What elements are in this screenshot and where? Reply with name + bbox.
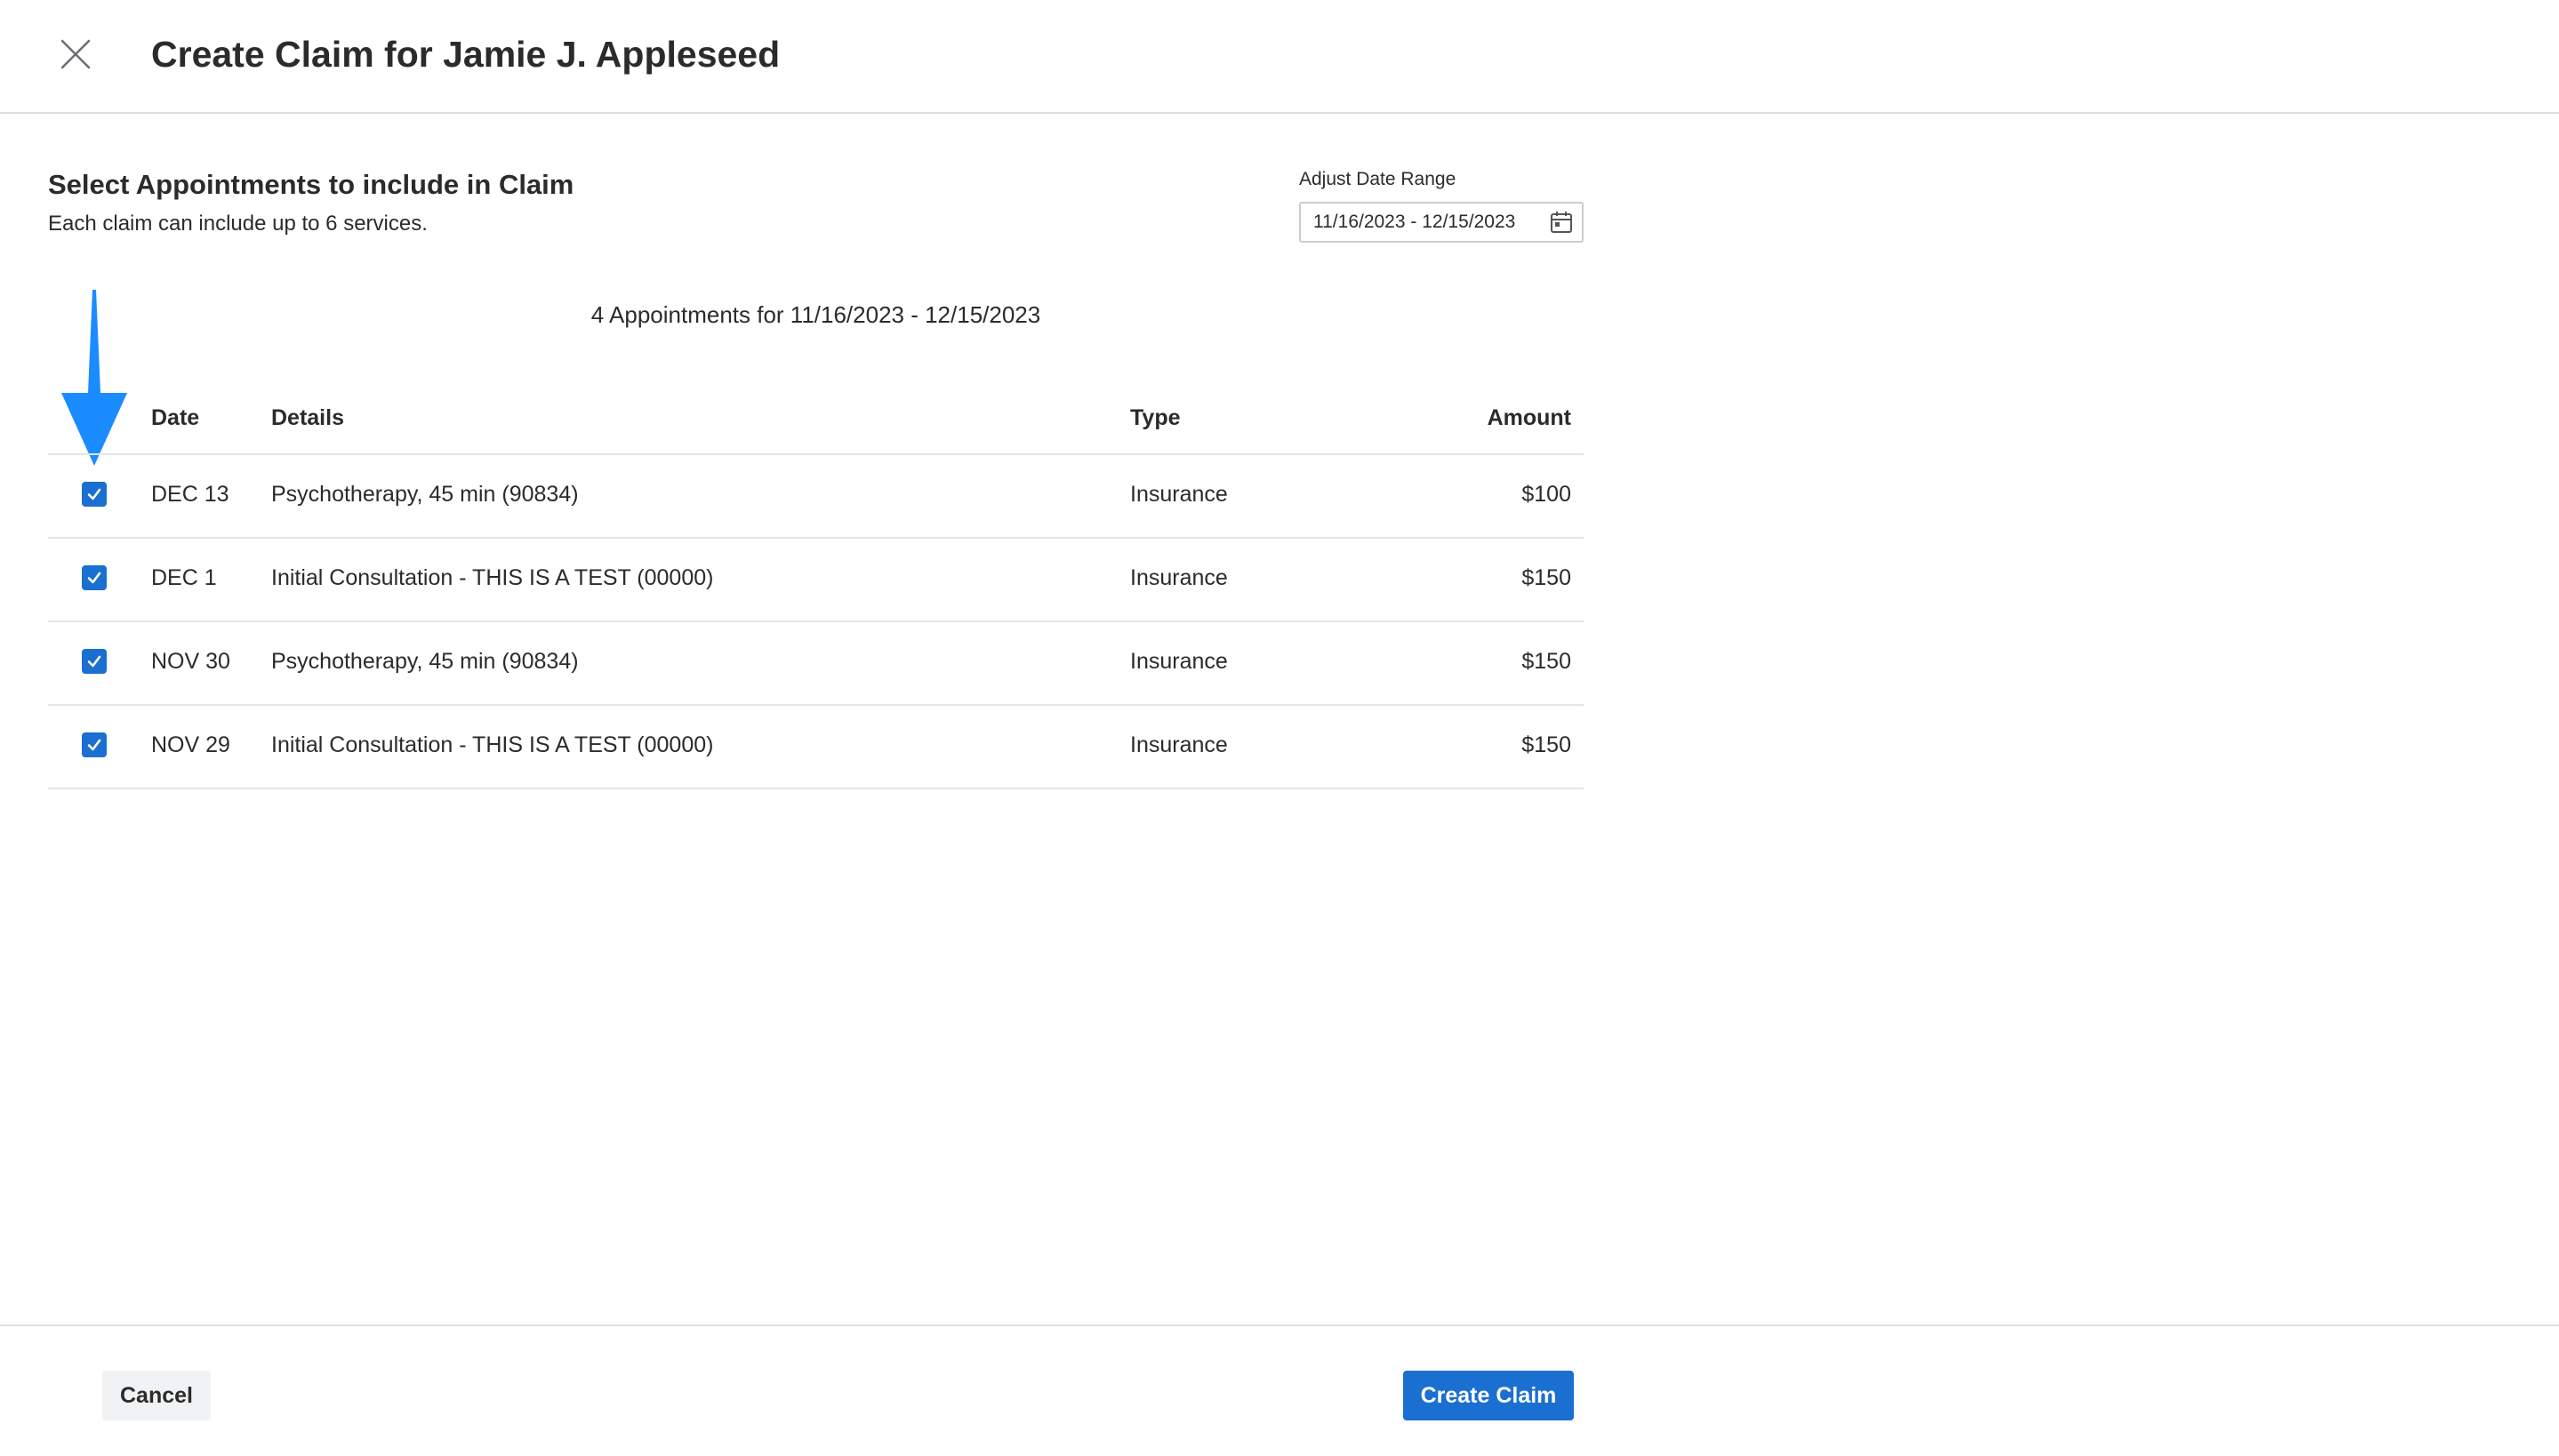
appointments-summary: 4 Appointments for 11/16/2023 - 12/15/20… bbox=[590, 301, 1041, 328]
page-title: Create Claim for Jamie J. Appleseed bbox=[151, 34, 781, 75]
row-type: Insurance bbox=[1130, 732, 1228, 757]
column-header-amount[interactable]: Amount bbox=[1488, 402, 1571, 434]
row-type: Insurance bbox=[1130, 649, 1228, 674]
table-row[interactable]: DEC 1 Initial Consultation - THIS IS A T… bbox=[48, 539, 1584, 622]
date-range-picker[interactable] bbox=[1299, 202, 1584, 243]
checkmark-icon bbox=[87, 572, 101, 584]
section-subtitle: Each claim can include up to 6 services. bbox=[48, 212, 428, 236]
section-title: Select Appointments to include in Claim bbox=[48, 169, 574, 200]
table-row[interactable]: NOV 30 Psychotherapy, 45 min (90834) Ins… bbox=[48, 622, 1584, 706]
row-checkbox[interactable] bbox=[82, 482, 107, 507]
row-checkbox[interactable] bbox=[82, 649, 107, 674]
row-type: Insurance bbox=[1130, 565, 1228, 590]
date-range-input[interactable] bbox=[1301, 204, 1541, 241]
calendar-icon[interactable] bbox=[1550, 211, 1573, 234]
date-range-label: Adjust Date Range bbox=[1299, 169, 1456, 189]
row-amount: $150 bbox=[1521, 649, 1571, 674]
create-claim-button[interactable]: Create Claim bbox=[1403, 1371, 1574, 1420]
close-button[interactable] bbox=[55, 34, 96, 75]
row-amount: $100 bbox=[1521, 482, 1571, 507]
row-details: Psychotherapy, 45 min (90834) bbox=[271, 649, 579, 674]
column-header-type[interactable]: Type bbox=[1130, 402, 1181, 434]
row-amount: $150 bbox=[1521, 732, 1571, 757]
column-header-date[interactable]: Date bbox=[151, 402, 199, 434]
row-checkbox[interactable] bbox=[82, 732, 107, 757]
row-details: Initial Consultation - THIS IS A TEST (0… bbox=[271, 732, 714, 757]
row-details: Initial Consultation - THIS IS A TEST (0… bbox=[271, 565, 714, 590]
row-type: Insurance bbox=[1130, 482, 1228, 507]
close-icon[interactable] bbox=[60, 39, 91, 69]
row-details: Psychotherapy, 45 min (90834) bbox=[271, 482, 579, 507]
cancel-button[interactable]: Cancel bbox=[102, 1371, 211, 1420]
table-header: Date Details Type Amount bbox=[48, 388, 1584, 455]
column-header-details[interactable]: Details bbox=[271, 402, 344, 434]
appointments-table: Date Details Type Amount DEC 13 Psychoth… bbox=[48, 388, 1584, 789]
checkmark-icon bbox=[87, 488, 101, 500]
row-date: DEC 1 bbox=[151, 565, 217, 590]
row-checkbox[interactable] bbox=[82, 565, 107, 590]
row-date: NOV 29 bbox=[151, 732, 230, 757]
table-row[interactable]: NOV 29 Initial Consultation - THIS IS A … bbox=[48, 706, 1584, 789]
modal-header: Create Claim for Jamie J. Appleseed bbox=[0, 0, 2559, 114]
table-row[interactable]: DEC 13 Psychotherapy, 45 min (90834) Ins… bbox=[48, 455, 1584, 539]
modal-footer: Cancel Create Claim bbox=[0, 1324, 2559, 1456]
checkmark-icon bbox=[87, 739, 101, 751]
checkmark-icon bbox=[87, 655, 101, 668]
row-date: NOV 30 bbox=[151, 649, 230, 674]
row-date: DEC 13 bbox=[151, 482, 229, 507]
row-amount: $150 bbox=[1521, 565, 1571, 590]
